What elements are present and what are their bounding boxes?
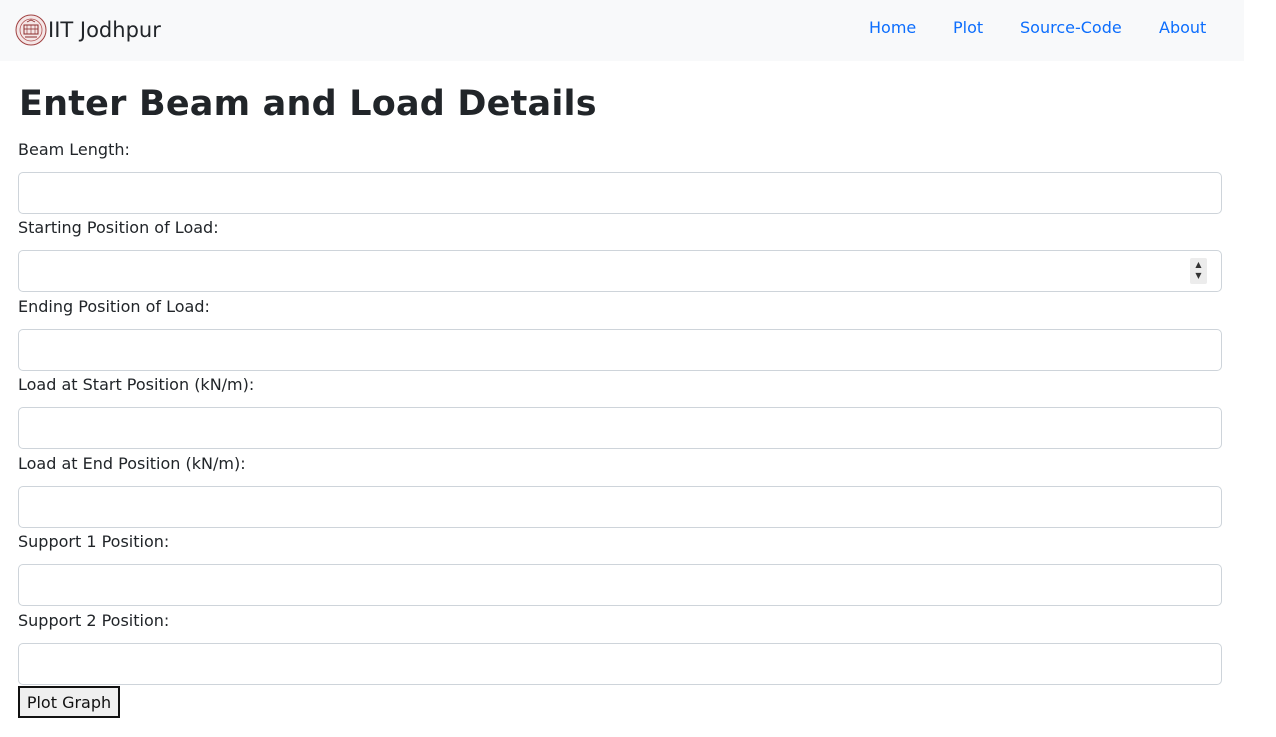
plot-graph-button[interactable]: Plot Graph — [18, 686, 120, 718]
nav-link-source-code[interactable]: Source-Code — [1020, 18, 1122, 37]
start-position-input[interactable] — [18, 250, 1222, 292]
nav-link-home[interactable]: Home — [869, 18, 916, 37]
load-start-label: Load at Start Position (kN/m): — [18, 375, 255, 394]
load-end-input[interactable] — [18, 486, 1222, 528]
support-1-input[interactable] — [18, 564, 1222, 606]
support-1-label: Support 1 Position: — [18, 532, 170, 551]
navbar: IIT Jodhpur Home Plot Source-Code About — [0, 0, 1244, 61]
spinner-up-icon[interactable]: ▲ — [1190, 261, 1207, 269]
beam-length-input[interactable] — [18, 172, 1222, 214]
navbar-brand[interactable]: IIT Jodhpur — [15, 14, 161, 46]
spinner-down-icon[interactable]: ▼ — [1190, 272, 1207, 280]
load-start-input[interactable] — [18, 407, 1222, 449]
number-spinner[interactable]: ▲ ▼ — [1190, 258, 1207, 284]
nav-link-about[interactable]: About — [1159, 18, 1206, 37]
nav-link-plot[interactable]: Plot — [953, 18, 983, 37]
support-2-input[interactable] — [18, 643, 1222, 685]
beam-length-label: Beam Length: — [18, 140, 130, 159]
page-title: Enter Beam and Load Details — [19, 84, 597, 124]
load-end-label: Load at End Position (kN/m): — [18, 454, 246, 473]
brand-name: IIT Jodhpur — [48, 18, 161, 42]
start-position-label: Starting Position of Load: — [18, 218, 219, 237]
end-position-label: Ending Position of Load: — [18, 297, 210, 316]
iit-jodhpur-logo-icon — [15, 14, 47, 46]
end-position-input[interactable] — [18, 329, 1222, 371]
support-2-label: Support 2 Position: — [18, 611, 170, 630]
